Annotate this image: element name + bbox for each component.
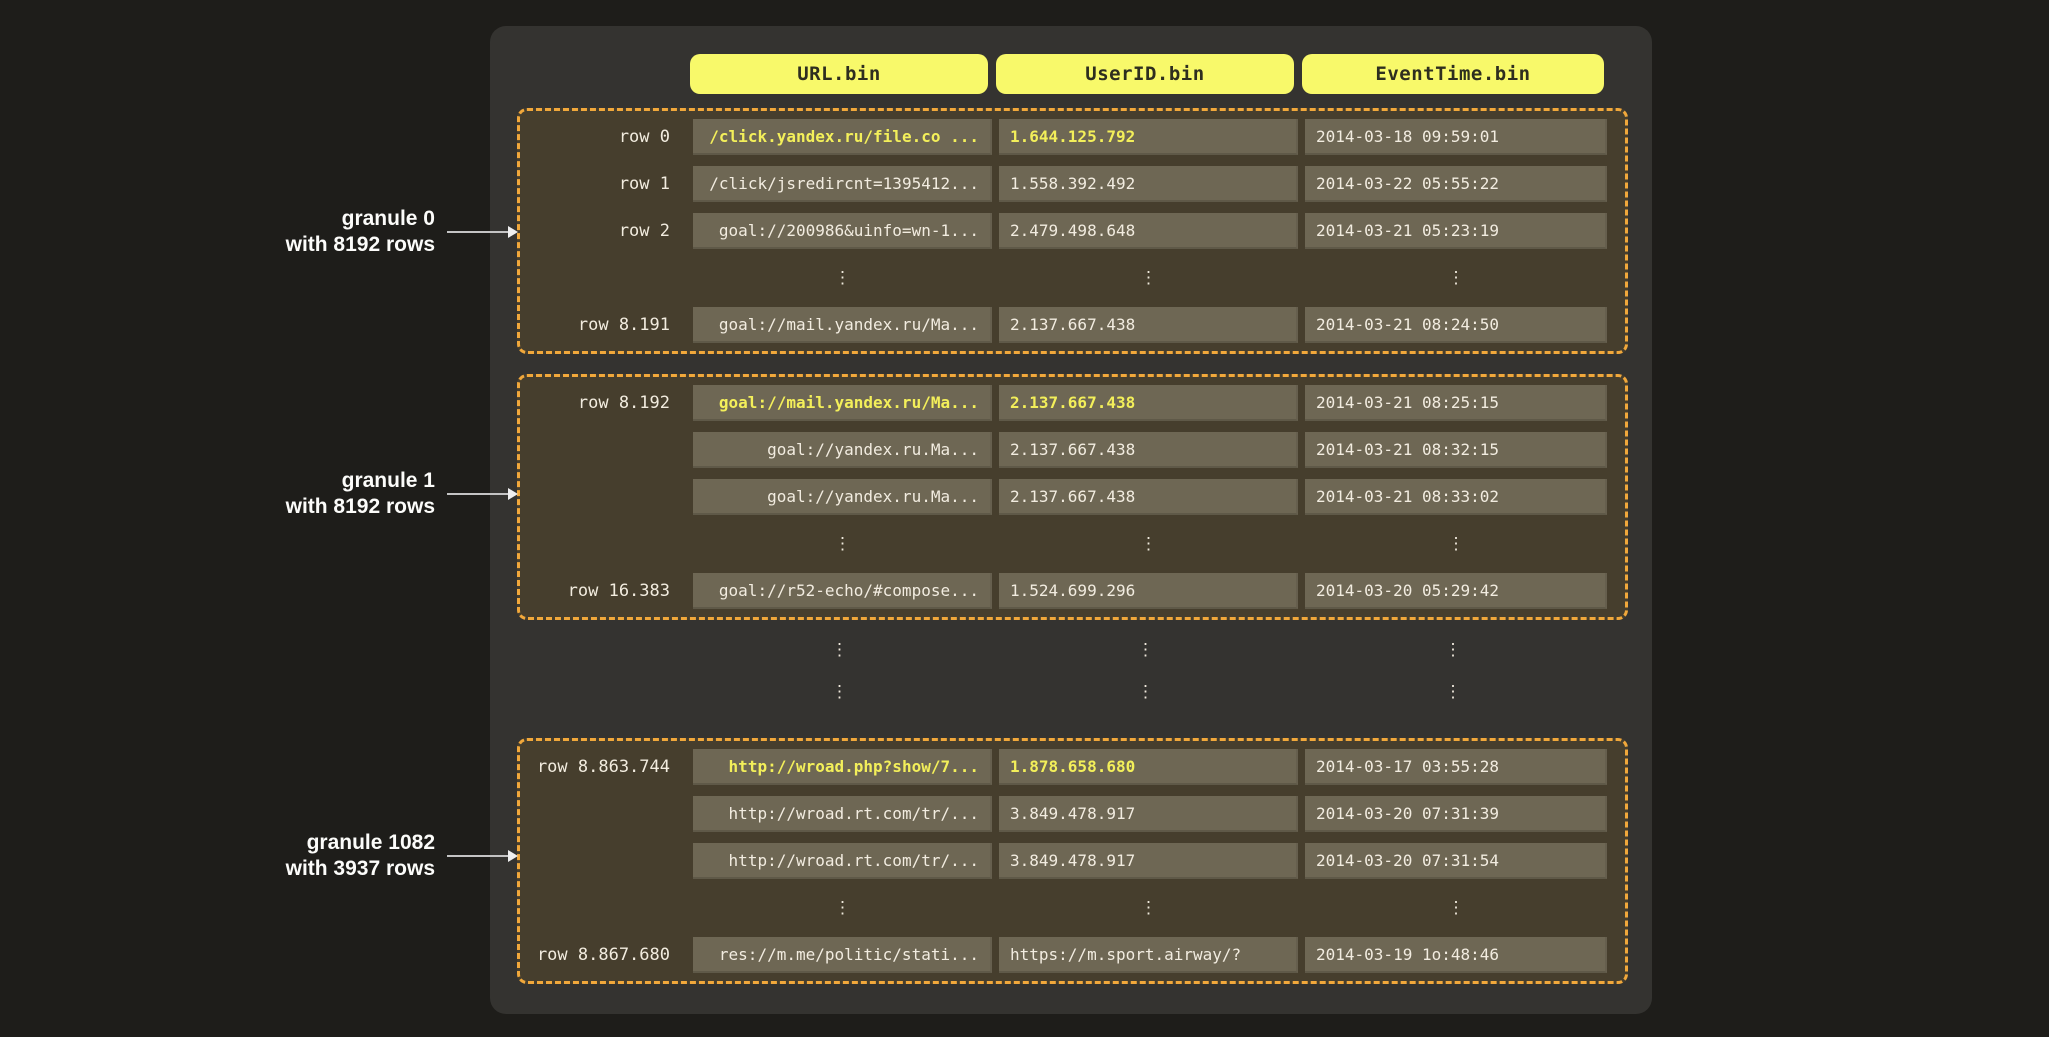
granule-1082-label-line2: with 3937 rows: [140, 856, 435, 882]
column-header-userid-bin: UserID.bin: [996, 54, 1294, 94]
ellipsis-row: ⋮ ⋮ ⋮: [524, 260, 1625, 296]
table-row: row 8.192 goal://mail.yandex.ru/Ma... 2.…: [524, 385, 1625, 421]
granule-1082-label-line1: granule 1082: [140, 830, 435, 856]
eventtime-cell: 2014-03-20 07:31:39: [1305, 796, 1607, 832]
ellipsis-row: ⋮ ⋮ ⋮: [521, 674, 1615, 710]
granule-0-label-line1: granule 0: [140, 206, 435, 232]
eventtime-cell: 2014-03-19 1o:48:46: [1305, 937, 1607, 973]
granule-0-arrow: [447, 231, 509, 233]
eventtime-cell: 2014-03-21 05:23:19: [1305, 213, 1607, 249]
table-row: row 16.383 goal://r52-echo/#compose... 1…: [524, 573, 1625, 609]
vertical-ellipsis: ⋮: [996, 674, 1295, 710]
url-cell: http://wroad.php?show/7...: [693, 749, 992, 785]
ellipsis-row: ⋮ ⋮ ⋮: [521, 632, 1615, 668]
table-row: row 8.191 goal://mail.yandex.ru/Ma... 2.…: [524, 307, 1625, 343]
column-header-eventtime-bin: EventTime.bin: [1302, 54, 1604, 94]
row-label: row 8.863.744: [524, 757, 686, 777]
row-label: row 16.383: [524, 581, 686, 601]
userid-cell: 2.137.667.438: [999, 385, 1298, 421]
eventtime-cell: 2014-03-21 08:32:15: [1305, 432, 1607, 468]
userid-cell: 2.137.667.438: [999, 307, 1298, 343]
url-cell: goal://r52-echo/#compose...: [693, 573, 992, 609]
granule-1082-arrow: [447, 855, 509, 857]
granule-1-box: row 8.192 goal://mail.yandex.ru/Ma... 2.…: [517, 374, 1628, 620]
userid-cell: 2.137.667.438: [999, 479, 1298, 515]
granule-1-label: granule 1 with 8192 rows: [140, 468, 435, 520]
vertical-ellipsis: ⋮: [690, 674, 989, 710]
granule-0-label-line2: with 8192 rows: [140, 232, 435, 258]
table-row: goal://yandex.ru.Ma... 2.137.667.438 201…: [524, 479, 1625, 515]
userid-cell: https://m.sport.airway/?: [999, 937, 1298, 973]
userid-cell: 2.479.498.648: [999, 213, 1298, 249]
vertical-ellipsis: ⋮: [693, 260, 992, 296]
vertical-ellipsis: ⋮: [999, 890, 1298, 926]
eventtime-cell: 2014-03-17 03:55:28: [1305, 749, 1607, 785]
ellipsis-row: ⋮ ⋮ ⋮: [524, 526, 1625, 562]
url-cell: goal://yandex.ru.Ma...: [693, 479, 992, 515]
url-cell: /click.yandex.ru/file.co ...: [693, 119, 992, 155]
url-cell: goal://mail.yandex.ru/Ma...: [693, 307, 992, 343]
table-row: http://wroad.rt.com/tr/... 3.849.478.917…: [524, 796, 1625, 832]
userid-cell: 1.524.699.296: [999, 573, 1298, 609]
row-label: row 8.867.680: [524, 945, 686, 965]
granule-0-box: row 0 /click.yandex.ru/file.co ... 1.644…: [517, 108, 1628, 354]
url-cell: goal://yandex.ru.Ma...: [693, 432, 992, 468]
eventtime-cell: 2014-03-20 05:29:42: [1305, 573, 1607, 609]
between-granules-ellipsis: ⋮ ⋮ ⋮ ⋮ ⋮ ⋮: [521, 632, 1615, 710]
vertical-ellipsis: ⋮: [999, 260, 1298, 296]
granule-1082-box: row 8.863.744 http://wroad.php?show/7...…: [517, 738, 1628, 984]
eventtime-cell: 2014-03-22 05:55:22: [1305, 166, 1607, 202]
eventtime-cell: 2014-03-18 09:59:01: [1305, 119, 1607, 155]
vertical-ellipsis: ⋮: [693, 526, 992, 562]
row-label: row 8.192: [524, 393, 686, 413]
vertical-ellipsis: ⋮: [999, 526, 1298, 562]
row-label: row 0: [524, 127, 686, 147]
granule-0-label: granule 0 with 8192 rows: [140, 206, 435, 258]
url-cell: http://wroad.rt.com/tr/...: [693, 796, 992, 832]
granule-1-arrow: [447, 493, 509, 495]
url-cell: goal://mail.yandex.ru/Ma...: [693, 385, 992, 421]
table-row: row 0 /click.yandex.ru/file.co ... 1.644…: [524, 119, 1625, 155]
url-cell: res://m.me/politic/stati...: [693, 937, 992, 973]
userid-cell: 2.137.667.438: [999, 432, 1298, 468]
userid-cell: 3.849.478.917: [999, 843, 1298, 879]
url-cell: /click/jsredircnt=1395412...: [693, 166, 992, 202]
url-cell: http://wroad.rt.com/tr/...: [693, 843, 992, 879]
table-row: goal://yandex.ru.Ma... 2.137.667.438 201…: [524, 432, 1625, 468]
vertical-ellipsis: ⋮: [690, 632, 989, 668]
table-row: row 1 /click/jsredircnt=1395412... 1.558…: [524, 166, 1625, 202]
granule-1-label-line2: with 8192 rows: [140, 494, 435, 520]
column-headers: URL.bin UserID.bin EventTime.bin: [690, 54, 1604, 94]
eventtime-cell: 2014-03-21 08:33:02: [1305, 479, 1607, 515]
granule-1-label-line1: granule 1: [140, 468, 435, 494]
userid-cell: 1.878.658.680: [999, 749, 1298, 785]
table-row: row 2 goal://200986&uinfo=wn-1... 2.479.…: [524, 213, 1625, 249]
table-row: row 8.867.680 res://m.me/politic/stati..…: [524, 937, 1625, 973]
row-label: row 1: [524, 174, 686, 194]
eventtime-cell: 2014-03-20 07:31:54: [1305, 843, 1607, 879]
vertical-ellipsis: ⋮: [693, 890, 992, 926]
vertical-ellipsis: ⋮: [1305, 526, 1607, 562]
vertical-ellipsis: ⋮: [1305, 890, 1607, 926]
ellipsis-row: ⋮ ⋮ ⋮: [524, 890, 1625, 926]
userid-cell: 3.849.478.917: [999, 796, 1298, 832]
table-row: row 8.863.744 http://wroad.php?show/7...…: [524, 749, 1625, 785]
vertical-ellipsis: ⋮: [1302, 632, 1604, 668]
vertical-ellipsis: ⋮: [1302, 674, 1604, 710]
column-header-url-bin: URL.bin: [690, 54, 988, 94]
row-label: row 8.191: [524, 315, 686, 335]
userid-cell: 1.558.392.492: [999, 166, 1298, 202]
vertical-ellipsis: ⋮: [1305, 260, 1607, 296]
userid-cell: 1.644.125.792: [999, 119, 1298, 155]
eventtime-cell: 2014-03-21 08:25:15: [1305, 385, 1607, 421]
table-row: http://wroad.rt.com/tr/... 3.849.478.917…: [524, 843, 1625, 879]
url-cell: goal://200986&uinfo=wn-1...: [693, 213, 992, 249]
row-label: row 2: [524, 221, 686, 241]
vertical-ellipsis: ⋮: [996, 632, 1295, 668]
eventtime-cell: 2014-03-21 08:24:50: [1305, 307, 1607, 343]
granule-1082-label: granule 1082 with 3937 rows: [140, 830, 435, 882]
